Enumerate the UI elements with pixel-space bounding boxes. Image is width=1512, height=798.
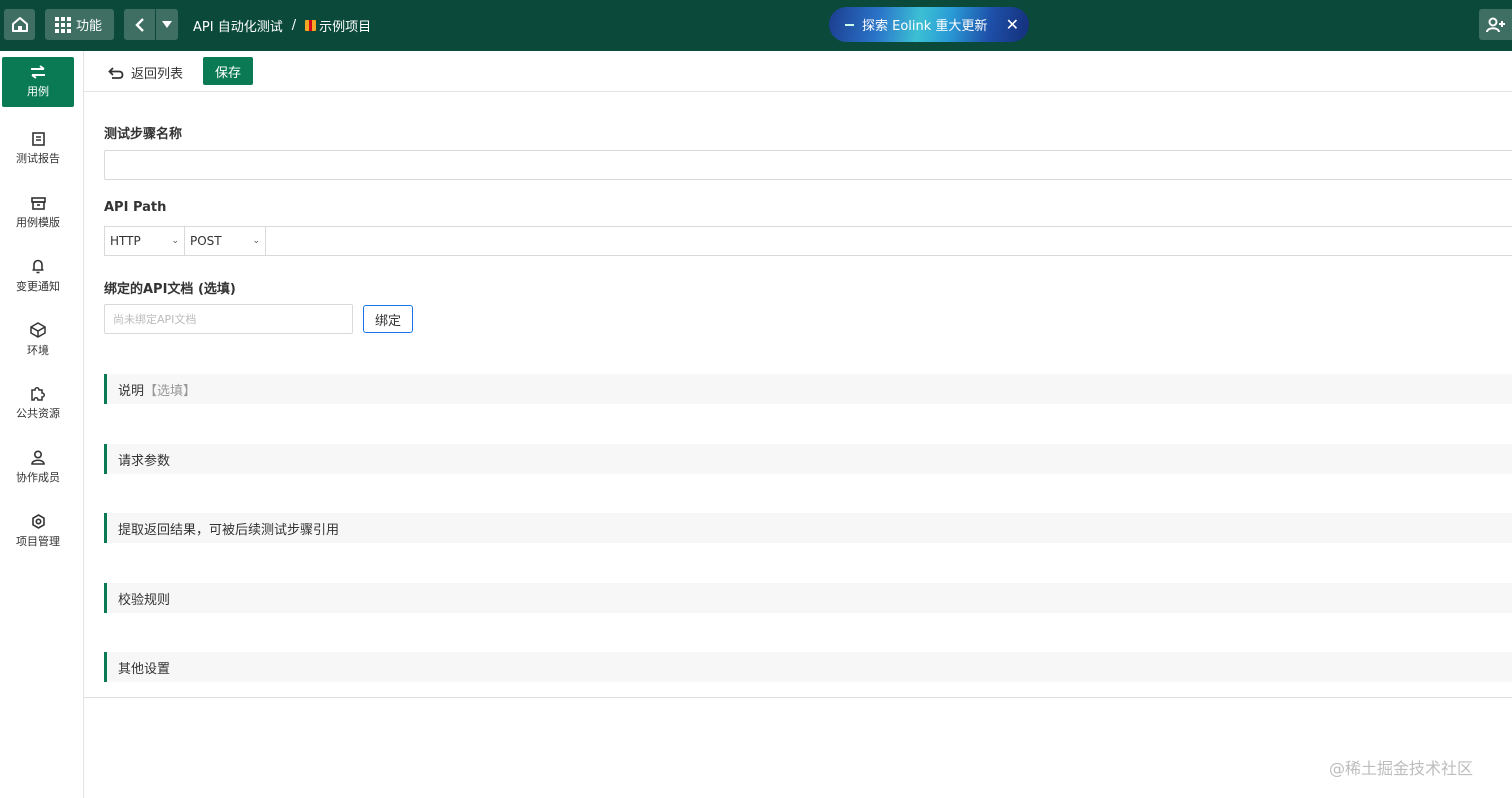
step-name-input[interactable] (104, 150, 1512, 180)
api-path-row: HTTP ⌄ POST ⌄ (104, 226, 1512, 256)
chevron-down-icon: ⌄ (252, 236, 260, 246)
cube-icon (30, 322, 46, 338)
section-title: 校验规则 (118, 592, 171, 608)
method-value: POST (190, 234, 222, 248)
protocol-value: HTTP (110, 234, 141, 248)
swap-arrows-icon (31, 65, 45, 79)
gear-icon (31, 513, 45, 529)
sidebar-item-cases[interactable]: 用例 (2, 57, 74, 107)
bind-doc-label: 绑定的API文档 (选填) (104, 282, 236, 297)
add-user-icon (1485, 17, 1505, 32)
grid-icon (55, 16, 71, 33)
section-optional-tag: 【选填】 (144, 383, 197, 399)
gift-icon (305, 20, 317, 31)
protocol-select[interactable]: HTTP ⌄ (105, 227, 185, 255)
top-bar: 功能 API 自动化测试 / 示例项目 探索 Eolink 重大更新 ✕ (0, 0, 1512, 51)
back-to-list-label: 返回列表 (131, 67, 184, 82)
save-button[interactable]: 保存 (203, 57, 253, 85)
sidebar-item-change-notice[interactable]: 变更通知 (2, 251, 74, 301)
divider (84, 697, 1512, 698)
sidebar-item-environment[interactable]: 环境 (2, 315, 74, 365)
breadcrumb: API 自动化测试 / 示例项目 (193, 16, 371, 35)
invite-member-button[interactable] (1479, 9, 1512, 40)
api-path-input[interactable] (266, 227, 1512, 255)
bind-doc-input[interactable]: 尚未绑定API文档 (104, 304, 353, 334)
back-to-list-link[interactable]: 返回列表 (108, 63, 183, 82)
back-button[interactable] (124, 9, 156, 40)
sidebar-item-project-management[interactable]: 项目管理 (2, 506, 74, 556)
section-title: 提取返回结果，可被后续测试步骤引用 (118, 522, 340, 538)
chevron-down-icon: ⌄ (171, 236, 179, 246)
section-other-settings[interactable]: 其他设置 (104, 652, 1512, 682)
sidebar-item-label: 变更通知 (16, 279, 60, 293)
bind-button[interactable]: 绑定 (363, 305, 413, 333)
sidebar-item-label: 项目管理 (16, 534, 60, 548)
section-title: 请求参数 (118, 453, 171, 469)
member-icon (31, 449, 45, 465)
sidebar-item-label: 测试报告 (16, 152, 60, 165)
method-select[interactable]: POST ⌄ (185, 227, 266, 255)
function-menu-label: 功能 (76, 19, 103, 34)
breadcrumb-module[interactable]: API 自动化测试 (193, 16, 283, 35)
home-icon (11, 17, 28, 32)
promo-banner[interactable]: 探索 Eolink 重大更新 ✕ (829, 7, 1029, 42)
return-arrow-icon (108, 66, 124, 79)
api-path-label: API Path (104, 200, 167, 215)
puzzle-icon (31, 387, 45, 401)
sidebar-item-members[interactable]: 协作成员 (2, 442, 74, 492)
sidebar-item-label: 公共资源 (16, 407, 60, 420)
section-request-params[interactable]: 请求参数 (104, 444, 1512, 474)
section-title: 说明 (118, 383, 145, 399)
caret-down-icon (162, 21, 172, 28)
sidebar-item-label: 用例模版 (16, 215, 60, 229)
watermark: @稀土掘金技术社区 (1329, 759, 1474, 778)
history-dropdown-button[interactable] (156, 9, 178, 40)
sidebar-item-label: 协作成员 (16, 470, 60, 484)
report-icon (31, 132, 45, 146)
chevron-left-icon (134, 17, 144, 32)
home-button[interactable] (4, 9, 35, 40)
sidebar-item-label: 环境 (27, 344, 49, 357)
sidebar-item-case-template[interactable]: 用例模版 (2, 188, 74, 238)
sidebar-item-public-resources[interactable]: 公共资源 (2, 378, 74, 428)
template-box-icon (30, 196, 46, 210)
section-validation-rules[interactable]: 校验规则 (104, 583, 1512, 613)
sidebar-item-label: 用例 (27, 85, 49, 98)
promo-text: 探索 Eolink 重大更新 (862, 19, 988, 34)
sidebar: 用例 测试报告 用例模版 变更通知 环境 公共资源 协作成员 项目管理 (0, 51, 84, 798)
function-menu-button[interactable]: 功能 (45, 9, 114, 40)
sidebar-item-test-report[interactable]: 测试报告 (2, 124, 74, 174)
breadcrumb-separator: / (291, 18, 297, 33)
section-description[interactable]: 说明 【选填】 (104, 374, 1512, 404)
breadcrumb-project[interactable]: 示例项目 (319, 16, 371, 35)
page-toolbar: 返回列表 保存 (84, 51, 1512, 92)
bell-icon (32, 259, 44, 273)
step-name-label: 测试步骤名称 (104, 127, 183, 142)
section-title: 其他设置 (118, 661, 171, 677)
close-icon[interactable]: ✕ (1006, 15, 1019, 34)
dash-icon (845, 23, 854, 26)
section-extract-results[interactable]: 提取返回结果，可被后续测试步骤引用 (104, 513, 1512, 543)
navigation-group (124, 9, 178, 40)
